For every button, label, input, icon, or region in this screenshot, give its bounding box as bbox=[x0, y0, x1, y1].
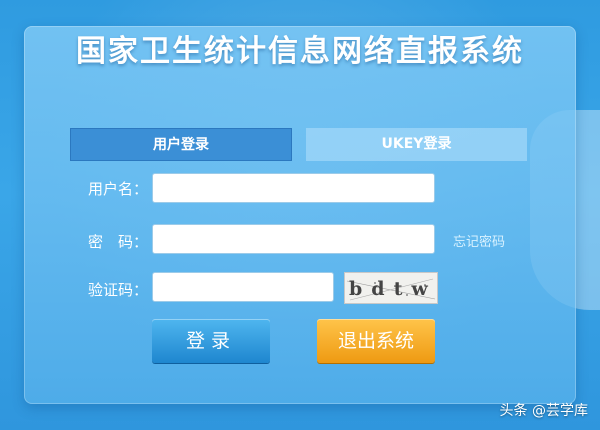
login-button[interactable]: 登录 bbox=[152, 319, 270, 363]
captcha-image[interactable]: bdtw bbox=[344, 272, 438, 304]
password-input[interactable] bbox=[152, 224, 435, 254]
password-label: 密 码： bbox=[87, 233, 148, 251]
captcha-input[interactable] bbox=[152, 272, 334, 302]
login-panel bbox=[24, 26, 576, 404]
username-label: 用户名： bbox=[87, 180, 148, 198]
exit-system-button[interactable]: 退出系统 bbox=[317, 319, 435, 363]
forgot-password-link[interactable]: 忘记密码 bbox=[453, 231, 505, 250]
captcha-text: bdtw bbox=[349, 278, 437, 300]
page-title: 国家卫生统计信息网络直报系统 bbox=[76, 34, 524, 69]
watermark: 头条 @芸学库 bbox=[499, 403, 588, 419]
tab-user-login[interactable]: 用户登录 bbox=[70, 128, 292, 161]
username-input[interactable] bbox=[152, 173, 435, 203]
captcha-label: 验证码： bbox=[87, 281, 148, 299]
tab-ukey-login[interactable]: UKEY登录 bbox=[306, 128, 527, 161]
